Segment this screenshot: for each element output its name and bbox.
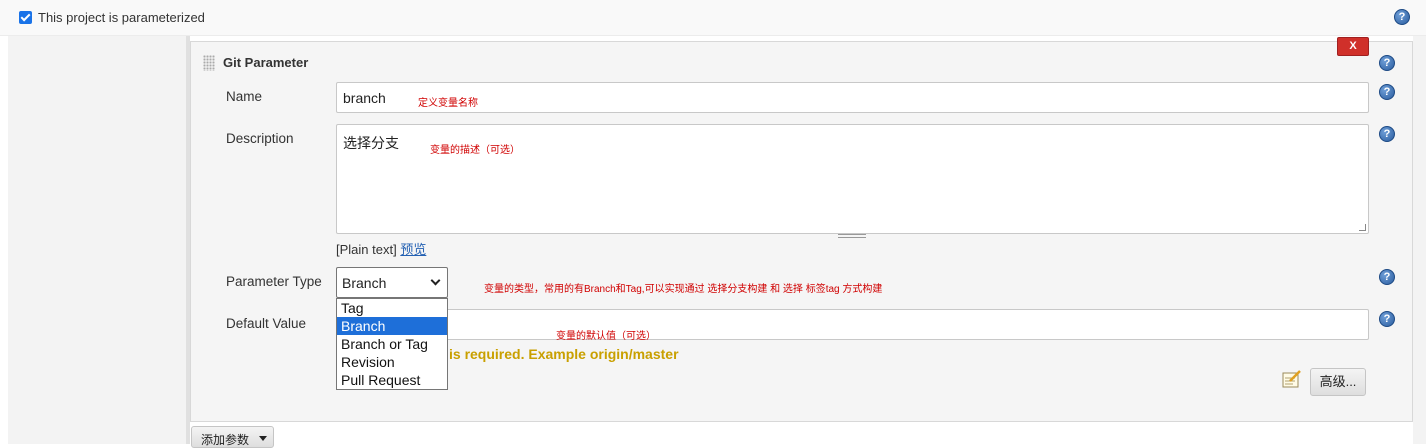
validation-warning: is required. Example origin/master (449, 346, 679, 362)
name-note: 定义变量名称 (418, 98, 478, 109)
description-value: 选择分支 (343, 135, 399, 151)
notepad-icon[interactable] (1282, 370, 1302, 388)
preview-link[interactable]: 预览 (400, 242, 426, 257)
parameterized-checkbox[interactable] (19, 11, 32, 24)
drag-handle-icon[interactable] (203, 55, 215, 71)
description-textarea[interactable]: 选择分支 变量的描述（可选） (336, 124, 1369, 234)
name-input[interactable]: branch 定义变量名称 (336, 82, 1369, 113)
description-note: 变量的描述（可选） (430, 145, 520, 156)
option-tag[interactable]: Tag (337, 299, 447, 317)
option-revision[interactable]: Revision (337, 353, 447, 371)
default-value-note: 变量的默认值（可选） (556, 331, 656, 342)
parameter-type-value: Branch (342, 275, 387, 291)
help-icon[interactable]: ? (1379, 126, 1395, 142)
delete-parameter-button[interactable]: X (1337, 37, 1369, 56)
help-icon[interactable]: ? (1379, 55, 1395, 71)
help-icon[interactable]: ? (1379, 269, 1395, 285)
parameter-type-options: Tag Branch Branch or Tag Revision Pull R… (336, 298, 448, 390)
parameter-type-label: Parameter Type (226, 274, 322, 289)
parameter-type-note: 变量的类型，常用的有Branch和Tag,可以实现通过 选择分支构建 和 选择 … (484, 284, 883, 295)
parameter-type-select[interactable]: Branch (336, 267, 448, 298)
help-icon[interactable]: ? (1379, 84, 1395, 100)
parameterized-row: This project is parameterized ? (0, 0, 1426, 36)
option-pull-request[interactable]: Pull Request (337, 371, 447, 389)
help-icon[interactable]: ? (1394, 9, 1410, 25)
section-title: Git Parameter (223, 55, 309, 70)
default-value-label: Default Value (226, 316, 307, 331)
add-parameter-label: 添加参数 (201, 433, 250, 447)
option-branch-or-tag[interactable]: Branch or Tag (337, 335, 447, 353)
name-label: Name (226, 89, 263, 104)
resize-grip-icon[interactable] (1359, 224, 1366, 231)
help-icon[interactable]: ? (1379, 311, 1395, 327)
plain-text-label: [Plain text] (336, 242, 397, 257)
left-gutter (8, 36, 186, 444)
add-parameter-button[interactable]: 添加参数 (191, 426, 274, 448)
advanced-button[interactable]: 高级... (1310, 368, 1366, 396)
description-label: Description (226, 131, 294, 146)
parameterized-label: This project is parameterized (38, 10, 205, 25)
default-value-input[interactable]: 变量的默认值（可选） (336, 309, 1369, 342)
option-branch[interactable]: Branch (337, 317, 447, 335)
markup-info: [Plain text] 预览 (336, 239, 426, 258)
right-gutter (1413, 36, 1426, 444)
resize-bar-icon[interactable] (838, 234, 866, 238)
chevron-down-icon (430, 275, 441, 286)
caret-down-icon (259, 436, 267, 441)
name-value: branch (343, 90, 386, 106)
